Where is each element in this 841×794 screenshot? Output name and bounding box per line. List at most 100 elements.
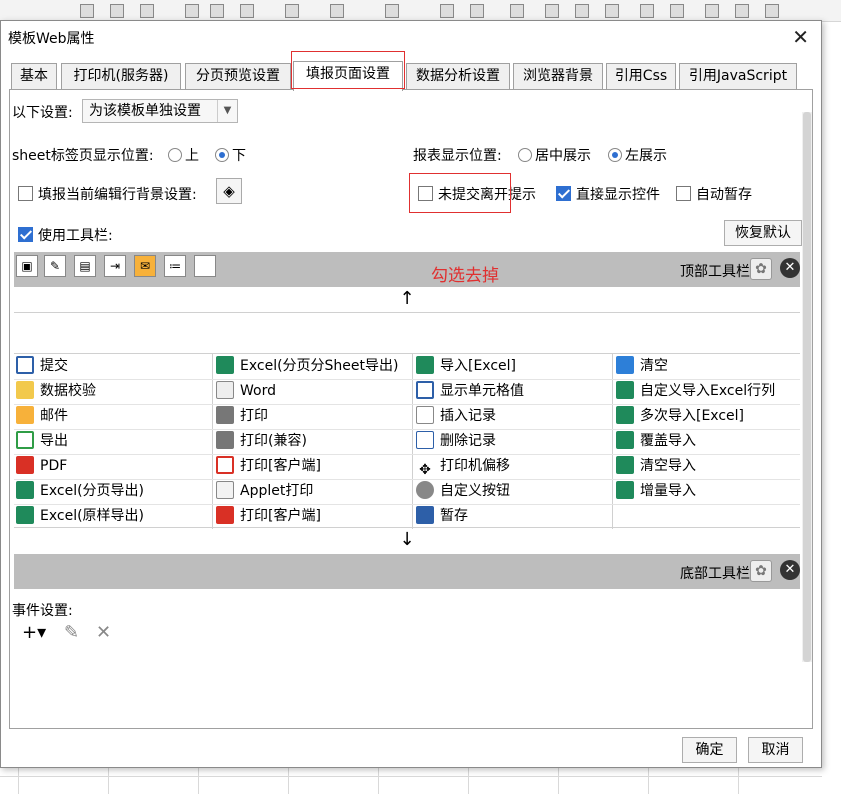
paint-bucket-icon[interactable]: ◈ bbox=[216, 178, 242, 204]
grid-item-incremental-import[interactable]: 增量导入 bbox=[616, 479, 696, 504]
scrollbar-thumb[interactable] bbox=[803, 112, 811, 662]
move-up-arrow[interactable]: ↑ bbox=[14, 287, 800, 313]
grid-item-label: 清空导入 bbox=[640, 458, 696, 474]
grid-item-label: PDF bbox=[40, 458, 68, 474]
bottom-toolbar-area: 底部工具栏 ✿ ✕ bbox=[14, 554, 800, 589]
direct-controls-checkbox[interactable]: 直接显示控件 bbox=[556, 184, 660, 204]
move-icon: ✥ bbox=[419, 462, 431, 478]
grid-item-label: Word bbox=[240, 383, 276, 399]
report-pos-left-radio[interactable]: 左展示 bbox=[608, 145, 667, 165]
checkbox-label: 使用工具栏: bbox=[38, 228, 113, 244]
checkbox-icon bbox=[18, 186, 33, 201]
grid-item-overwrite-import[interactable]: 覆盖导入 bbox=[616, 429, 696, 454]
report-pos-center-radio[interactable]: 居中展示 bbox=[518, 145, 591, 165]
ok-button[interactable]: 确定 bbox=[682, 737, 737, 763]
vertical-scrollbar[interactable] bbox=[802, 112, 812, 662]
grid-item-multi-import[interactable]: 多次导入[Excel] bbox=[616, 404, 744, 429]
grid-item-print-client[interactable]: 打印[客户端] bbox=[216, 454, 321, 479]
sheet-pos-label: sheet标签页显示位置: bbox=[12, 148, 154, 164]
grid-item-printer-offset[interactable]: ✥ 打印机偏移 bbox=[416, 454, 510, 479]
tab-label: 打印机(服务器) bbox=[73, 68, 169, 84]
insert-row-icon[interactable]: ≔ bbox=[164, 255, 186, 277]
button-grid: 提交 数据校验 邮件 导出 PDF Excel(分页导出) Excel(原样导出… bbox=[14, 353, 800, 529]
radio-label: 上 bbox=[185, 148, 199, 164]
tab-basic[interactable]: 基本 bbox=[11, 63, 57, 90]
grid-item-excel-paged[interactable]: Excel(分页导出) bbox=[16, 479, 144, 504]
web-properties-dialog: 模板Web属性 ✕ 基本 打印机(服务器) 分页预览设置 填报页面设置 数据分析… bbox=[0, 20, 822, 768]
radio-icon bbox=[168, 148, 182, 162]
mail-icon bbox=[16, 406, 34, 424]
pencil-icon[interactable]: ✎ bbox=[44, 255, 66, 277]
grid-item-label: Excel(分页导出) bbox=[40, 483, 145, 499]
radio-selected-icon bbox=[608, 148, 622, 162]
tab-data-analysis[interactable]: 数据分析设置 bbox=[406, 63, 510, 90]
grid-item-custom-import[interactable]: 自定义导入Excel行列 bbox=[616, 379, 775, 404]
save-clock-icon bbox=[416, 506, 434, 524]
row-bg-checkbox[interactable]: 填报当前编辑行背景设置: bbox=[18, 184, 197, 204]
grid-item-excel-original[interactable]: Excel(原样导出) bbox=[16, 504, 144, 529]
gear-icon[interactable]: ✿ bbox=[750, 560, 772, 582]
printer-icon[interactable]: ▤ bbox=[74, 255, 96, 277]
grid-item-label: 删除记录 bbox=[440, 433, 496, 449]
cancel-button[interactable]: 取消 bbox=[748, 737, 803, 763]
export-icon[interactable]: ⇥ bbox=[104, 255, 126, 277]
blank-window-icon[interactable] bbox=[194, 255, 216, 277]
grid-item-submit[interactable]: 提交 bbox=[16, 354, 68, 379]
tab-css[interactable]: 引用Css bbox=[606, 63, 676, 90]
grid-item-pdf[interactable]: PDF bbox=[16, 454, 67, 479]
export-icon bbox=[16, 431, 34, 449]
tab-printer-server[interactable]: 打印机(服务器) bbox=[61, 63, 181, 90]
grid-item-print[interactable]: 打印 bbox=[216, 404, 268, 429]
gear-icon[interactable]: ✿ bbox=[750, 258, 772, 280]
grid-item-import-excel[interactable]: 导入[Excel] bbox=[416, 354, 516, 379]
grid-item-validate[interactable]: 数据校验 bbox=[16, 379, 96, 404]
delete-event-icon[interactable]: ✕ bbox=[96, 622, 111, 643]
tab-label: 浏览器背景 bbox=[523, 68, 593, 84]
tab-browser-bg[interactable]: 浏览器背景 bbox=[513, 63, 603, 90]
close-circle-icon[interactable]: ✕ bbox=[780, 258, 800, 278]
mail-icon[interactable]: ✉ bbox=[134, 255, 156, 277]
use-toolbar-checkbox[interactable]: 使用工具栏: bbox=[18, 225, 113, 245]
events-label: 事件设置: bbox=[12, 603, 73, 619]
grid-item-custom-button[interactable]: 自定义按钮 bbox=[416, 479, 510, 504]
sheet-pos-top-radio[interactable]: 上 bbox=[168, 145, 199, 165]
tab-javascript[interactable]: 引用JavaScript bbox=[679, 63, 797, 90]
close-circle-icon[interactable]: ✕ bbox=[780, 560, 800, 580]
radio-icon bbox=[518, 148, 532, 162]
save-icon[interactable]: ▣ bbox=[16, 255, 38, 277]
autosave-checkbox[interactable]: 自动暂存 bbox=[676, 184, 752, 204]
grid-item-temp-save[interactable]: 暂存 bbox=[416, 504, 468, 529]
add-event-icon[interactable]: +▾ bbox=[22, 622, 46, 643]
grid-item-delete-record[interactable]: 删除记录 bbox=[416, 429, 496, 454]
grid-item-excel-sheet[interactable]: Excel(分页分Sheet导出) bbox=[216, 354, 398, 379]
grid-item-label: 自定义导入Excel行列 bbox=[640, 383, 776, 399]
grid-item-clear-import[interactable]: 清空导入 bbox=[616, 454, 696, 479]
bottom-toolbar-label: 底部工具栏 bbox=[680, 566, 750, 582]
grid-item-insert-record[interactable]: 插入记录 bbox=[416, 404, 496, 429]
grid-item-label: 打印 bbox=[240, 408, 268, 424]
grid-item-word[interactable]: Word bbox=[216, 379, 276, 404]
delete-row-icon bbox=[416, 431, 434, 449]
grid-item-applet-print[interactable]: Applet打印 bbox=[216, 479, 313, 504]
grid-item-clear[interactable]: 清空 bbox=[616, 354, 668, 379]
grid-item-email[interactable]: 邮件 bbox=[16, 404, 68, 429]
edit-event-icon[interactable]: ✎ bbox=[64, 622, 79, 643]
sheet-pos-bottom-radio[interactable]: 下 bbox=[215, 145, 246, 165]
grid-item-export[interactable]: 导出 bbox=[16, 429, 68, 454]
excel-icon bbox=[616, 456, 634, 474]
grid-item-label: 打印[客户端] bbox=[240, 508, 321, 524]
close-icon[interactable]: ✕ bbox=[792, 25, 809, 49]
dialog-titlebar: 模板Web属性 ✕ bbox=[1, 21, 821, 53]
move-down-arrow[interactable]: ↓ bbox=[14, 528, 800, 554]
grid-item-label: 数据校验 bbox=[40, 383, 96, 399]
excel-icon bbox=[16, 506, 34, 524]
scope-label: 以下设置: bbox=[12, 105, 73, 121]
tab-label: 数据分析设置 bbox=[416, 68, 500, 84]
grid-item-show-cell-value[interactable]: 显示单元格值 bbox=[416, 379, 524, 404]
scope-select[interactable]: 为该模板单独设置 ▼ bbox=[82, 99, 238, 123]
grid-item-print-client-pdf[interactable]: 打印[客户端] bbox=[216, 504, 321, 529]
grid-item-label: 打印(兼容) bbox=[240, 433, 307, 449]
tab-page-preview[interactable]: 分页预览设置 bbox=[185, 63, 291, 90]
restore-default-button[interactable]: 恢复默认 bbox=[724, 220, 802, 246]
grid-item-print-compat[interactable]: 打印(兼容) bbox=[216, 429, 307, 454]
